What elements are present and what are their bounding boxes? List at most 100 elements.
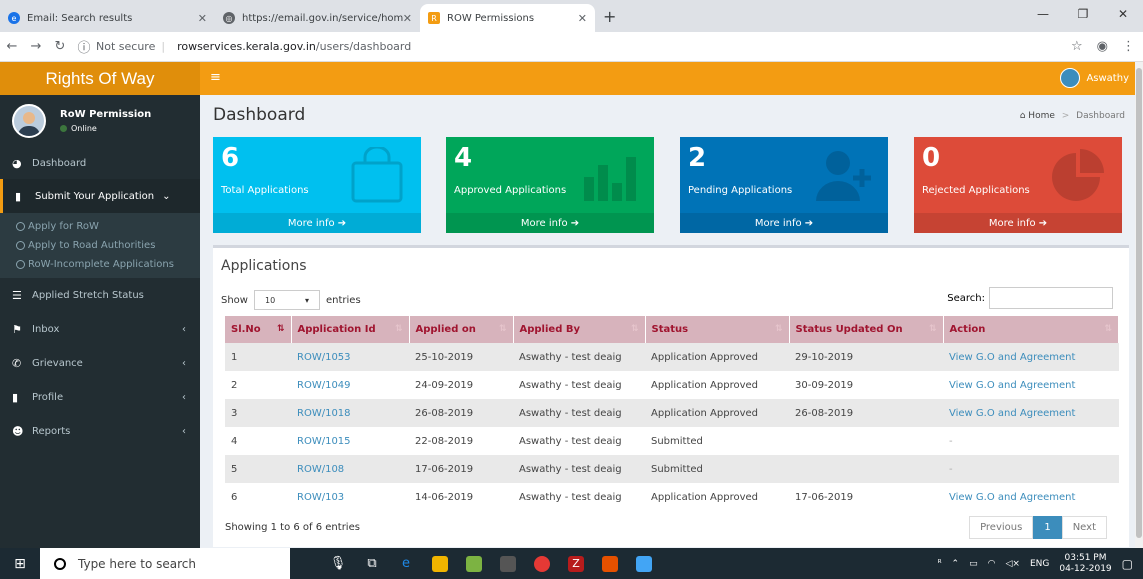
sidebar-toggle-icon[interactable]: ≡ — [210, 70, 221, 85]
cell-action[interactable]: View G.O and Agreement — [943, 483, 1119, 511]
scrollbar-thumb[interactable] — [1136, 68, 1142, 538]
table-body: 1 ROW/1053 25-10-2019 Aswathy - test deaig A… — [225, 343, 1119, 511]
tray-chevron-icon[interactable]: ⌃ — [952, 559, 960, 569]
reload-icon[interactable]: ↻ — [48, 39, 72, 54]
cell-application-id[interactable]: ROW/103 — [291, 483, 409, 511]
edge-icon[interactable]: e — [398, 556, 414, 572]
search-input[interactable] — [989, 287, 1113, 309]
url-field[interactable]: rowservices.kerala.gov.in/users/dashboar… — [177, 40, 411, 53]
language-indicator[interactable]: ENG — [1030, 559, 1049, 569]
cell-slno: 6 — [225, 483, 291, 511]
col-header-status-updated[interactable]: Status Updated On ⇅ — [789, 316, 944, 343]
close-tab-icon[interactable]: ✕ — [198, 12, 207, 25]
sidebar-item-dashboard[interactable]: ◕ Dashboard — [0, 147, 200, 179]
close-tab-icon[interactable]: ✕ — [578, 12, 587, 25]
sidebar-item-label: Submit Your Application — [35, 190, 155, 202]
page-button[interactable]: 1 — [1033, 516, 1062, 539]
col-header-action[interactable]: Action ⇅ — [943, 316, 1119, 343]
close-window-icon[interactable]: ✕ — [1103, 0, 1143, 28]
more-info-link[interactable]: More info ➔ — [213, 213, 421, 233]
filezilla-icon[interactable]: Z — [568, 555, 584, 572]
sidebar-item-profile[interactable]: ▮ Profile ‹ — [0, 380, 200, 414]
sidebar-item-applied-stretch[interactable]: ☰ Applied Stretch Status — [0, 278, 200, 312]
page-scrollbar[interactable] — [1135, 62, 1143, 548]
show-label: Show — [221, 294, 248, 306]
sidebar-item-reports[interactable]: ☻ Reports ‹ — [0, 414, 200, 448]
more-info-link[interactable]: More info ➔ — [914, 213, 1122, 233]
wifi-icon[interactable]: ◠ — [988, 559, 996, 569]
entries-select[interactable]: 10 ▾ — [253, 290, 320, 310]
cell-application-id[interactable]: ROW/1049 — [291, 371, 409, 399]
browser-tab-row-permissions[interactable]: R ROW Permissions ✕ — [420, 4, 595, 32]
cell-action[interactable]: View G.O and Agreement — [943, 371, 1119, 399]
file-explorer-icon[interactable] — [432, 555, 448, 572]
col-header-status[interactable]: Status ⇅ — [645, 316, 790, 343]
cell-application-id[interactable]: ROW/1053 — [291, 343, 409, 371]
table-row: 4 ROW/1015 22-08-2019 Aswathy - test deaig S… — [225, 427, 1119, 455]
new-tab-button[interactable]: + — [603, 7, 616, 26]
volume-icon[interactable]: ◁× — [1005, 559, 1019, 569]
browser-tab-email[interactable]: e Email: Search results ✕ — [0, 4, 215, 32]
cell-action[interactable]: View G.O and Agreement — [943, 399, 1119, 427]
cell-application-id[interactable]: ROW/1015 — [291, 427, 409, 455]
stat-value: 4 — [454, 143, 473, 173]
minimize-icon[interactable]: — — [1023, 0, 1063, 28]
list-icon: ☰ — [12, 288, 22, 302]
cell-applied-on: 26-08-2019 — [409, 399, 513, 427]
cell-application-id[interactable]: ROW/108 — [291, 455, 409, 483]
sidebar-item-grievance[interactable]: ✆ Grievance ‹ — [0, 346, 200, 380]
store-icon[interactable] — [500, 555, 516, 572]
chrome-icon[interactable] — [534, 555, 550, 572]
entries-value: 10 — [264, 295, 276, 305]
microphone-icon[interactable]: 🎙 — [330, 556, 347, 572]
network-icon[interactable]: ▭ — [969, 559, 978, 569]
circle-icon — [16, 241, 25, 250]
clock[interactable]: 03:51 PM 04-12-2019 — [1059, 553, 1111, 575]
app-icon[interactable] — [602, 555, 618, 572]
restore-icon[interactable]: ❐ — [1063, 0, 1103, 28]
bar-chart-icon — [584, 157, 636, 201]
more-info-link[interactable]: More info ➔ — [446, 213, 654, 233]
notification-icon[interactable]: ▢ — [1122, 557, 1133, 571]
cell-applied-by: Aswathy - test deaig — [513, 483, 645, 511]
paint-icon[interactable] — [466, 555, 482, 572]
forward-arrow-icon[interactable]: → — [24, 39, 48, 54]
next-button[interactable]: Next — [1061, 516, 1107, 539]
submenu-item-road-authorities[interactable]: Apply to Road Authorities — [0, 236, 200, 255]
sidebar-item-inbox[interactable]: ⚑ Inbox ‹ — [0, 312, 200, 346]
chevron-down-icon: ⌄ — [162, 190, 171, 202]
col-header-application-id[interactable]: Application Id ⇅ — [291, 316, 410, 343]
breadcrumb-current: Dashboard — [1076, 111, 1125, 121]
menu-dots-icon[interactable]: ⋮ — [1122, 39, 1135, 54]
task-view-icon[interactable]: ⧉ — [364, 556, 380, 572]
stat-box-total: 6 Total Applications More info ➔ — [213, 137, 421, 233]
people-icon[interactable]: ᴿ — [938, 559, 942, 569]
submenu-item-apply-row[interactable]: Apply for RoW — [0, 217, 200, 236]
star-icon[interactable]: ☆ — [1071, 39, 1083, 54]
cell-application-id[interactable]: ROW/1018 — [291, 399, 409, 427]
cell-applied-on: 14-06-2019 — [409, 483, 513, 511]
col-header-slno[interactable]: Sl.No ⇅ — [225, 316, 292, 343]
close-tab-icon[interactable]: ✕ — [403, 12, 412, 25]
back-arrow-icon[interactable]: ← — [0, 39, 24, 54]
table-info: Showing 1 to 6 of 6 entries — [225, 522, 360, 533]
sidebar-item-submit-application[interactable]: ▮ Submit Your Application ⌄ — [0, 179, 200, 213]
taskbar-search-input[interactable]: Type here to search — [40, 548, 290, 579]
notes-icon[interactable] — [636, 555, 652, 572]
sidebar-item-label: Grievance — [32, 357, 83, 369]
top-navbar: ≡ Aswathy — [200, 62, 1135, 95]
submenu-item-incomplete[interactable]: RoW-Incomplete Applications — [0, 255, 200, 274]
sort-icon: ⇅ — [394, 324, 403, 334]
account-icon[interactable]: ◉ — [1097, 39, 1108, 54]
app-logo[interactable]: Rights Of Way — [0, 62, 200, 95]
more-info-link[interactable]: More info ➔ — [680, 213, 888, 233]
col-header-applied-by[interactable]: Applied By ⇅ — [513, 316, 646, 343]
col-header-applied-on[interactable]: Applied on ⇅ — [409, 316, 514, 343]
browser-tab-mail-service[interactable]: ◎ https://email.gov.in/service/hom ✕ — [215, 4, 420, 32]
user-menu[interactable]: Aswathy — [1060, 68, 1129, 88]
previous-button[interactable]: Previous — [969, 516, 1034, 539]
breadcrumb-home[interactable]: Home — [1028, 111, 1055, 121]
info-icon[interactable]: ⓘ — [72, 37, 96, 56]
cell-action[interactable]: View G.O and Agreement — [943, 343, 1119, 371]
windows-start-icon[interactable]: ⊞ — [0, 556, 40, 572]
